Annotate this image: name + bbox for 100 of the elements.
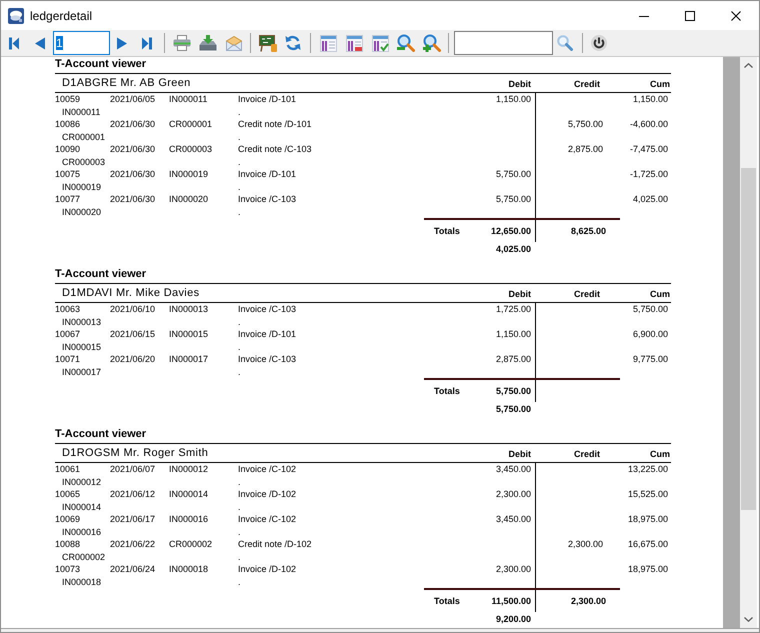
debit-amount: 1,725.00	[496, 303, 531, 316]
entry-number: 10059	[55, 93, 80, 106]
refresh-icon[interactable]	[285, 35, 301, 51]
reference-number: IN000018	[169, 563, 208, 576]
credit-amount: 2,875.00	[568, 143, 603, 156]
tray-down-arrow-icon[interactable]	[199, 35, 217, 51]
account-name: D1MDAVI Mr. Mike Davies	[62, 286, 200, 300]
cumulative-amount: -4,600.00	[630, 118, 668, 130]
total-credit: 2,300.00	[570, 595, 606, 608]
column-header: Credit	[574, 449, 600, 460]
column-header: Cum	[650, 79, 670, 90]
total-credit: 8,625.00	[570, 225, 606, 238]
reference-number: IN000012	[169, 463, 208, 476]
column-header: Debit	[508, 289, 531, 300]
entry-date: 2021/06/24	[110, 563, 156, 576]
cumulative-amount: 18,975.00	[628, 563, 668, 576]
window-title: ledgerdetail	[30, 8, 92, 22]
account-name: D1ABGRE Mr. AB Green	[62, 76, 191, 90]
page-number-field[interactable]: 1	[53, 31, 110, 55]
balance-amount: 5,750.00	[496, 403, 531, 416]
entry-number: 10071	[55, 353, 80, 366]
totals-label: Totals	[434, 225, 460, 238]
note-text: .	[238, 526, 241, 538]
entry-number: 10077	[55, 193, 80, 206]
entry-description: Invoice /C-103	[238, 193, 296, 206]
entry-description: Invoice /D-101	[238, 328, 296, 340]
entry-description: Invoice /C-103	[238, 303, 296, 316]
reference-number: IN000011	[169, 93, 208, 106]
reference-number: CR000001	[169, 118, 212, 130]
reference-number: CR000003	[169, 143, 212, 156]
maximize-icon[interactable]	[685, 10, 695, 20]
document-number: IN000016	[62, 526, 102, 538]
note-text: .	[238, 316, 241, 328]
document-number: IN000013	[62, 316, 102, 328]
reference-number: CR000002	[169, 538, 212, 550]
balance-amount: 9,200.00	[496, 613, 531, 626]
entry-number: 10073	[55, 563, 80, 576]
entry-number: 10086	[55, 118, 80, 130]
triangle-right-icon[interactable]	[117, 36, 127, 50]
cumulative-amount: 4,025.00	[632, 193, 668, 206]
skip-back-icon[interactable]	[9, 36, 19, 50]
document-layout-icon[interactable]	[320, 34, 336, 52]
document-number: IN000011	[62, 106, 100, 118]
document-number: CR000003	[62, 156, 106, 168]
document-check-icon[interactable]	[372, 34, 388, 52]
entry-date: 2021/06/22	[110, 538, 156, 550]
debit-amount: 5,750.00	[496, 193, 531, 206]
reference-number: IN000019	[169, 168, 208, 180]
entry-description: Invoice /D-101	[238, 168, 296, 180]
scrollbar-thumb[interactable]	[741, 168, 756, 510]
document-number: IN000020	[62, 206, 102, 218]
debit-amount: 5,750.00	[496, 168, 531, 180]
cumulative-amount: 9,775.00	[632, 353, 668, 366]
cumulative-amount: -1,725.00	[630, 168, 668, 180]
total-debit: 12,650.00	[490, 225, 531, 238]
document-number: IN000012	[62, 476, 102, 488]
close-icon[interactable]	[731, 10, 741, 20]
note-text: .	[238, 206, 241, 218]
skip-forward-icon[interactable]	[142, 36, 152, 50]
entry-date: 2021/06/30	[110, 118, 156, 130]
search-field[interactable]	[454, 31, 553, 55]
note-text: .	[238, 340, 241, 353]
reference-number: IN000020	[169, 193, 208, 206]
debit-amount: 3,450.00	[496, 463, 531, 476]
entry-date: 2021/06/15	[110, 328, 156, 340]
totals-label: Totals	[434, 385, 460, 398]
cumulative-amount: 5,750.00	[632, 303, 668, 316]
power-icon[interactable]	[591, 35, 607, 51]
entry-description: Credit note /D-102	[238, 538, 312, 550]
debit-amount: 2,875.00	[496, 353, 531, 366]
document-number: IN000015	[62, 340, 102, 353]
reference-number: IN000015	[169, 328, 208, 340]
chevron-down-icon[interactable]	[744, 617, 753, 622]
search-icon[interactable]	[557, 35, 573, 51]
entry-description: Credit note /C-103	[238, 143, 312, 156]
note-text: .	[238, 130, 241, 143]
note-text: .	[238, 576, 241, 588]
printer-icon[interactable]	[173, 35, 191, 51]
entry-date: 2021/06/05	[110, 93, 156, 106]
report-title: T-Account viewer	[55, 427, 146, 441]
note-text: .	[238, 550, 241, 563]
entry-description: Credit note /D-101	[238, 118, 312, 130]
zoom-out-icon[interactable]	[397, 34, 415, 52]
chevron-up-icon[interactable]	[744, 63, 753, 68]
note-text: .	[238, 366, 241, 378]
document-footer-icon[interactable]	[346, 34, 362, 52]
report-title: T-Account viewer	[55, 57, 146, 71]
entry-description: Invoice /C-102	[238, 463, 296, 476]
zoom-in-icon[interactable]	[423, 34, 441, 52]
debit-amount: 2,300.00	[496, 563, 531, 576]
chalkboard-icon[interactable]	[259, 34, 277, 52]
note-text: .	[238, 156, 241, 168]
cumulative-amount: 15,525.00	[628, 488, 668, 500]
reference-number: IN000013	[169, 303, 208, 316]
entry-number: 10063	[55, 303, 80, 316]
triangle-left-icon[interactable]	[35, 36, 45, 50]
debit-amount: 3,450.00	[496, 513, 531, 526]
app-icon	[8, 8, 24, 24]
document-number: IN000018	[62, 576, 102, 588]
total-debit: 11,500.00	[491, 595, 531, 608]
